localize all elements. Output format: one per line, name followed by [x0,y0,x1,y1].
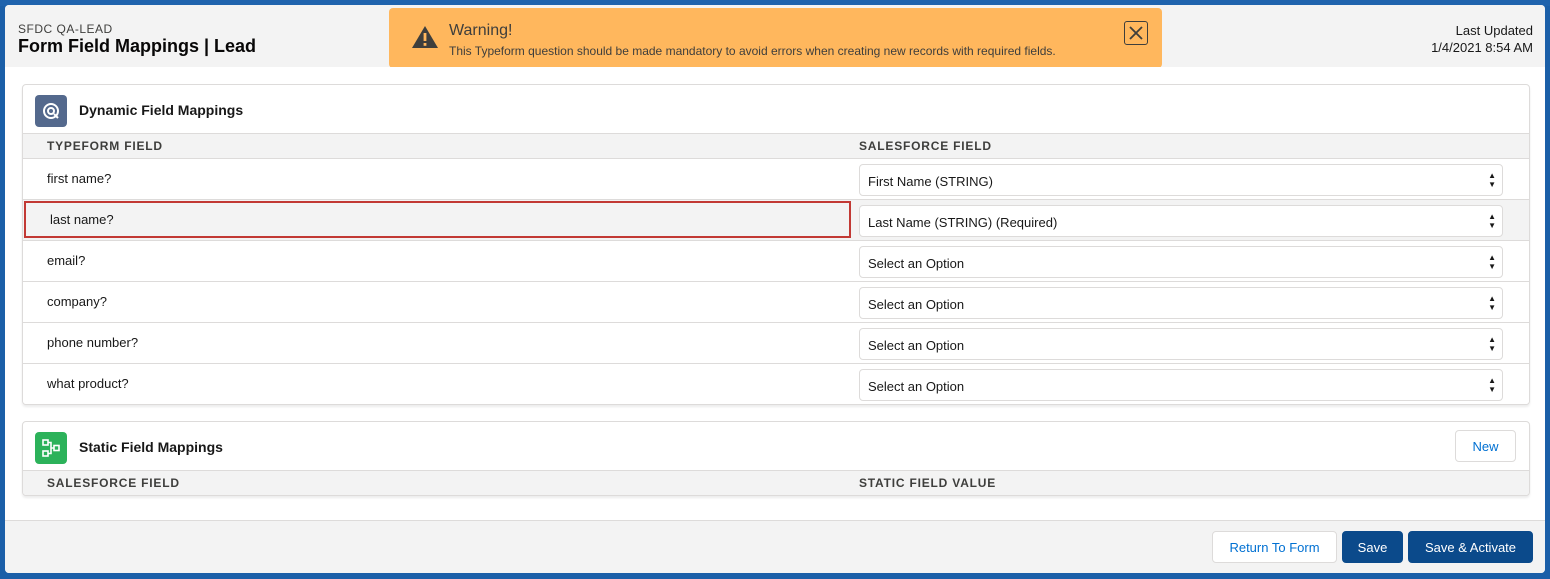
col-typeform-field: Typeform Field [47,139,163,153]
mapping-row: phone number? Select an Option ▲ ▼ [23,323,1529,364]
toast-close-button[interactable] [1124,21,1148,45]
typeform-field-label: what product? [47,376,129,391]
typeform-field-label: last name? [50,212,114,227]
static-card-title: Static Field Mappings [79,439,223,455]
new-button[interactable]: New [1455,430,1516,462]
typeform-field-label: phone number? [47,335,139,350]
select-value: Select an Option [868,338,965,353]
object-label: SFDC QA-LEAD [18,22,113,36]
salesforce-field-select[interactable]: First Name (STRING) ▲ ▼ [859,164,1503,196]
col-static-value: Static Field Value [859,476,997,490]
main-content: Dynamic Field Mappings Typeform Field Sa… [5,67,1545,520]
select-arrows-icon: ▲ ▼ [1488,294,1496,312]
last-updated-value: 1/4/2021 8:54 AM [1431,40,1533,55]
static-column-header: Salesforce Field Static Field Value [23,470,1529,495]
typeform-field-label: company? [47,294,107,309]
toast-title: Warning! [449,22,513,39]
hierarchy-icon [35,432,67,464]
salesforce-field-select[interactable]: Last Name (STRING) (Required) ▲ ▼ [859,205,1503,237]
dynamic-mapping-icon [35,95,67,127]
mapping-row: last name? Last Name (STRING) (Required)… [23,200,1529,241]
salesforce-field-select[interactable]: Select an Option ▲ ▼ [859,287,1503,319]
salesforce-field-select[interactable]: Select an Option ▲ ▼ [859,246,1503,278]
page-title: Form Field Mappings | Lead [18,36,257,56]
error-highlight [24,201,851,238]
footer-bar: Return To Form Save Save & Activate [5,520,1545,573]
mapping-row: company? Select an Option ▲ ▼ [23,282,1529,323]
typeform-field-label: first name? [47,171,112,186]
col-salesforce-field: Salesforce Field [47,476,180,490]
salesforce-field-select[interactable]: Select an Option ▲ ▼ [859,369,1503,401]
select-value: Select an Option [868,297,965,312]
select-value: Select an Option [868,256,965,271]
static-card-header: Static Field Mappings New [23,422,1529,470]
select-arrows-icon: ▲ ▼ [1488,335,1496,353]
select-arrows-icon: ▲ ▼ [1488,212,1496,230]
typeform-field-label: email? [47,253,86,268]
select-value: Last Name (STRING) (Required) [868,215,1058,230]
select-value: First Name (STRING) [868,174,993,189]
select-arrows-icon: ▲ ▼ [1488,253,1496,271]
mapping-panel: SFDC QA-LEAD Form Field Mappings | Lead … [5,5,1545,573]
close-icon [1129,26,1143,40]
select-value: Select an Option [868,379,965,394]
col-salesforce-field: Salesforce Field [859,139,992,153]
dynamic-card-header: Dynamic Field Mappings [23,85,1529,133]
save-button[interactable]: Save [1342,531,1403,563]
last-updated-label: Last Updated [1455,23,1533,38]
warning-icon [412,26,438,48]
last-updated: Last Updated 1/4/2021 8:54 AM [1431,22,1533,56]
dynamic-card-title: Dynamic Field Mappings [79,102,244,118]
select-arrows-icon: ▲ ▼ [1488,376,1496,394]
save-activate-button[interactable]: Save & Activate [1408,531,1533,563]
return-to-form-button[interactable]: Return To Form [1212,531,1337,563]
dynamic-mappings-card: Dynamic Field Mappings Typeform Field Sa… [22,84,1530,405]
warning-toast: Warning! This Typeform question should b… [389,8,1162,68]
static-mappings-card: Static Field Mappings New Salesforce Fie… [22,421,1530,496]
toast-message: This Typeform question should be made ma… [449,44,1056,58]
mapping-row: email? Select an Option ▲ ▼ [23,241,1529,282]
dynamic-column-header: Typeform Field Salesforce Field [23,133,1529,159]
salesforce-field-select[interactable]: Select an Option ▲ ▼ [859,328,1503,360]
select-arrows-icon: ▲ ▼ [1488,171,1496,189]
mapping-row: first name? First Name (STRING) ▲ ▼ [23,159,1529,200]
mapping-row: what product? Select an Option ▲ ▼ [23,364,1529,404]
